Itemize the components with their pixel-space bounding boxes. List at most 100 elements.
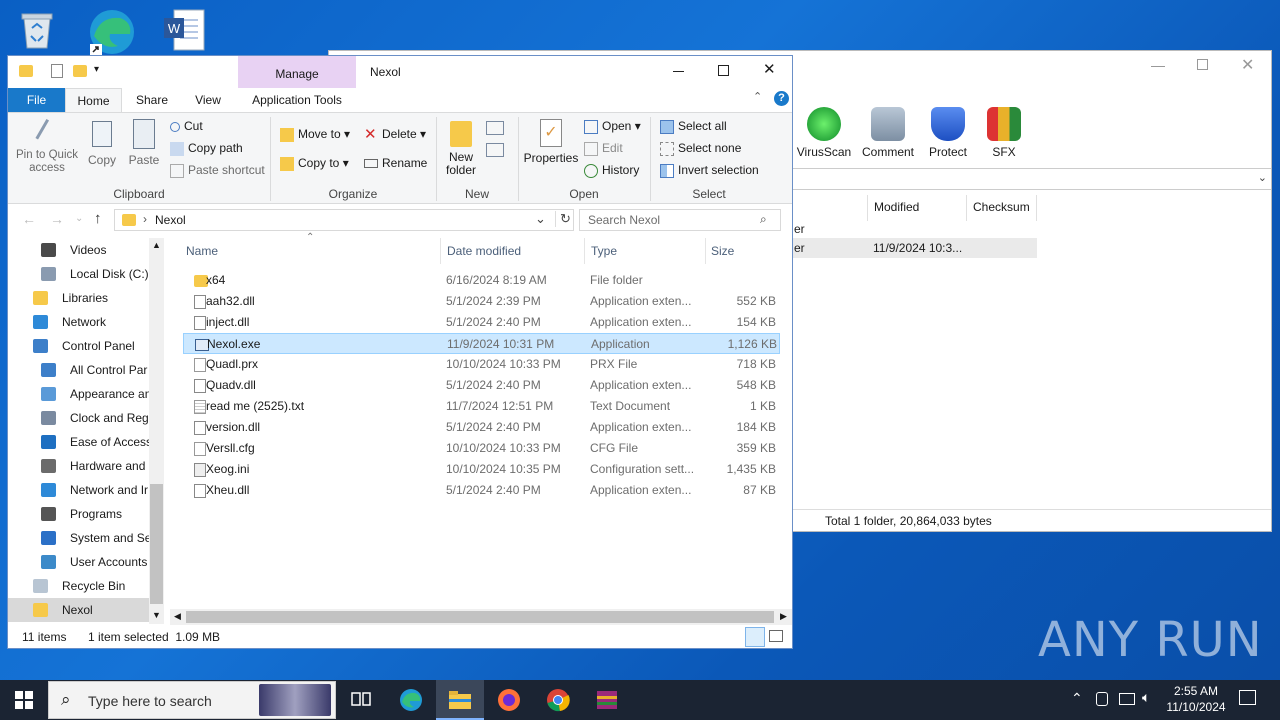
address-dropdown-icon[interactable]: ⌄ bbox=[535, 211, 546, 227]
scroll-down-icon[interactable]: ▼ bbox=[152, 610, 161, 620]
new-folder-qat-icon[interactable] bbox=[73, 65, 87, 77]
date-column-header[interactable]: Date modified bbox=[447, 244, 521, 258]
scroll-up-icon[interactable]: ▲ bbox=[152, 240, 161, 250]
properties-qat-icon[interactable] bbox=[51, 64, 63, 78]
properties-button[interactable]: ✓ Properties bbox=[522, 119, 580, 165]
scroll-thumb[interactable] bbox=[186, 611, 774, 623]
word-desktop-icon[interactable]: W bbox=[160, 6, 210, 56]
start-button[interactable] bbox=[15, 691, 33, 709]
search-input[interactable]: Search Nexol ⌕ bbox=[579, 209, 781, 231]
scroll-left-icon[interactable]: ◀ bbox=[174, 611, 181, 622]
horizontal-scrollbar[interactable]: ◀ ▶ bbox=[170, 609, 792, 625]
table-row[interactable]: read me (2525).txt 11/7/2024 12:51 PM Text… bbox=[183, 396, 780, 417]
notifications-icon[interactable] bbox=[1239, 690, 1256, 705]
size-column-header[interactable]: Size bbox=[711, 244, 734, 258]
show-hidden-icons-icon[interactable]: ⌃ bbox=[1071, 690, 1083, 707]
scroll-right-icon[interactable]: ▶ bbox=[780, 611, 787, 622]
recycle-bin-desktop-icon[interactable] bbox=[14, 6, 64, 56]
recent-dropdown-icon[interactable]: ⌄ bbox=[75, 213, 83, 224]
move-to-button[interactable]: Move to ▾ bbox=[280, 127, 350, 142]
paste-button[interactable]: Paste bbox=[126, 119, 162, 167]
tab-home[interactable]: Home bbox=[65, 88, 122, 112]
help-icon[interactable]: ? bbox=[774, 91, 789, 106]
table-row[interactable]: Xheu.dll 5/1/2024 2:40 PM Application exte… bbox=[183, 480, 780, 501]
sidebar-item-programs[interactable]: Programs bbox=[8, 502, 154, 526]
clock[interactable]: 2:55 AM 11/10/2024 bbox=[1166, 683, 1226, 715]
tab-view[interactable]: View bbox=[184, 88, 232, 112]
table-row[interactable]: aah32.dll 5/1/2024 2:39 PM Application ext… bbox=[183, 291, 780, 312]
sidebar-item-clock-and-regi[interactable]: Clock and Regi bbox=[8, 406, 154, 430]
sidebar-item-nexol[interactable]: Nexol bbox=[8, 598, 154, 622]
minimize-button[interactable] bbox=[1151, 59, 1165, 67]
sidebar-item-appearance-an[interactable]: Appearance an bbox=[8, 382, 154, 406]
sidebar-item-local-disk-c[interactable]: Local Disk (C:) bbox=[8, 262, 154, 286]
select-none-button[interactable]: Select none bbox=[660, 141, 741, 156]
network-icon[interactable] bbox=[1119, 693, 1135, 705]
address-bar[interactable]: › Nexol ⌄ ↻ bbox=[114, 209, 574, 231]
sidebar-item-user-accounts[interactable]: User Accounts bbox=[8, 550, 154, 574]
taskbar-search-input[interactable]: ⌕ Type here to search bbox=[48, 681, 336, 719]
type-column-header[interactable]: Type bbox=[591, 244, 617, 258]
edge-desktop-icon[interactable] bbox=[86, 6, 136, 56]
sidebar-item-libraries[interactable]: Libraries bbox=[8, 286, 154, 310]
sidebar-item-all-control-par[interactable]: All Control Par bbox=[8, 358, 154, 382]
copy-path-button[interactable]: Copy path bbox=[170, 141, 243, 156]
volume-icon[interactable]: 🔈︎ bbox=[1142, 689, 1150, 706]
table-row[interactable]: inject.dll 5/1/2024 2:40 PM Application ex… bbox=[183, 312, 780, 333]
firefox-icon[interactable] bbox=[497, 688, 521, 712]
qat-dropdown-icon[interactable]: ▾ bbox=[94, 64, 99, 75]
refresh-icon[interactable]: ↻ bbox=[555, 211, 571, 227]
list-item[interactable]: er bbox=[794, 222, 805, 236]
forward-button[interactable]: → bbox=[50, 211, 64, 227]
checksum-column-header[interactable]: Checksum bbox=[967, 195, 1037, 221]
sidebar-item-recycle-bin[interactable]: Recycle Bin bbox=[8, 574, 154, 598]
copy-button[interactable]: Copy bbox=[86, 121, 118, 167]
large-icons-view-button[interactable] bbox=[769, 630, 783, 642]
sidebar-item-videos[interactable]: Videos bbox=[8, 238, 154, 262]
sidebar-item-hardware-and[interactable]: Hardware and bbox=[8, 454, 154, 478]
paste-shortcut-button[interactable]: Paste shortcut bbox=[170, 163, 265, 178]
select-all-button[interactable]: Select all bbox=[660, 119, 727, 134]
sidebar-item-control-panel[interactable]: Control Panel bbox=[8, 334, 154, 358]
edit-button[interactable]: Edit bbox=[584, 141, 623, 156]
maximize-button[interactable] bbox=[1197, 59, 1208, 70]
details-view-button[interactable] bbox=[745, 627, 765, 647]
modified-column-header[interactable]: Modified bbox=[867, 195, 967, 221]
tab-file[interactable]: File bbox=[8, 88, 65, 112]
up-button[interactable]: ↑ bbox=[94, 210, 102, 227]
virusscan-button[interactable]: VirusScan bbox=[789, 107, 859, 159]
edge-icon[interactable] bbox=[399, 688, 423, 712]
sidebar-item-network-and-ir[interactable]: Network and Ir bbox=[8, 478, 154, 502]
history-button[interactable]: History bbox=[584, 163, 639, 178]
task-view-icon[interactable] bbox=[350, 688, 374, 712]
sidebar-item-system-and-sec[interactable]: System and Sec bbox=[8, 526, 154, 550]
rename-button[interactable]: Rename bbox=[364, 156, 427, 170]
pin-button[interactable]: Pin to Quick access bbox=[12, 118, 82, 175]
close-button[interactable]: ✕ bbox=[1241, 55, 1254, 75]
table-row[interactable]: x64 6/16/2024 8:19 AM File folder bbox=[183, 270, 780, 291]
table-row[interactable]: version.dll 5/1/2024 2:40 PM Application e… bbox=[183, 417, 780, 438]
sidebar-item-ease-of-access[interactable]: Ease of Access bbox=[8, 430, 154, 454]
table-row[interactable]: Quadl.prx 10/10/2024 10:33 PM PRX File 718 … bbox=[183, 354, 780, 375]
name-column-header[interactable]: Name bbox=[186, 244, 218, 258]
back-button[interactable]: ← bbox=[22, 211, 36, 227]
table-row[interactable]: Nexol.exe 11/9/2024 10:31 PM Application 1,… bbox=[183, 333, 780, 354]
table-row[interactable]: Quadv.dll 5/1/2024 2:40 PM Application ext… bbox=[183, 375, 780, 396]
table-row[interactable]: Versll.cfg 10/10/2024 10:33 PM CFG File 359… bbox=[183, 438, 780, 459]
sfx-button[interactable]: SFX bbox=[969, 107, 1039, 159]
invert-selection-button[interactable]: Invert selection bbox=[660, 163, 759, 178]
list-item[interactable]: er 11/9/2024 10:3... bbox=[793, 238, 1037, 258]
path-dropdown[interactable]: ⌄ bbox=[793, 168, 1271, 190]
device-icon[interactable] bbox=[1096, 692, 1108, 706]
table-row[interactable]: Xeog.ini 10/10/2024 10:35 PM Configuration… bbox=[183, 459, 780, 480]
delete-button[interactable]: ✕ Delete ▾ bbox=[364, 127, 426, 142]
tab-share[interactable]: Share bbox=[128, 88, 176, 112]
maximize-button[interactable] bbox=[718, 65, 729, 76]
new-item-icon[interactable] bbox=[486, 121, 504, 135]
collapse-ribbon-icon[interactable]: ⌃ bbox=[753, 90, 762, 103]
manage-tab[interactable]: Manage bbox=[238, 56, 356, 88]
cut-button[interactable]: Cut bbox=[170, 119, 203, 133]
scroll-thumb[interactable] bbox=[150, 484, 163, 604]
winrar-icon[interactable] bbox=[595, 688, 619, 712]
easy-access-icon[interactable] bbox=[486, 143, 504, 157]
